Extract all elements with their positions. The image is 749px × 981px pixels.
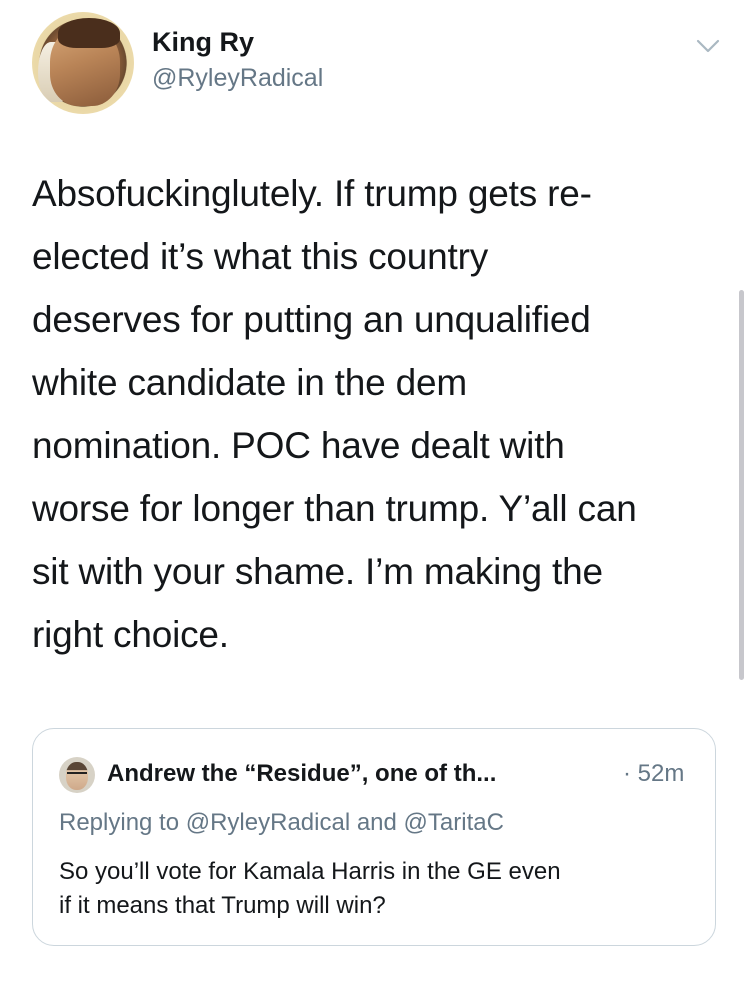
quoted-author-avatar[interactable]	[59, 757, 95, 793]
scrollbar[interactable]	[739, 290, 744, 680]
author-avatar[interactable]	[32, 12, 134, 114]
tweet-text-line: Absofuckinglutely. If trump gets re-	[32, 173, 592, 214]
quoted-tweet-time: · 52m	[623, 760, 685, 787]
tweet-text-line: worse for longer than trump. Y’all can	[32, 488, 637, 529]
quoted-tweet-card[interactable]: Andrew the “Residue”, one of th... · 52m…	[32, 728, 716, 946]
quoted-tweet-text: So you’ll vote for Kamala Harris in the …	[59, 855, 699, 923]
tweet-text-line: deserves for putting an unqualified	[32, 299, 591, 340]
quoted-text-line: if it means that Trump will win?	[59, 892, 386, 919]
tweet-text-line: right choice.	[32, 614, 229, 655]
author-display-name[interactable]: King Ry	[152, 27, 254, 58]
tweet-text-line: nomination. POC have dealt with	[32, 425, 565, 466]
chevron-down-icon[interactable]	[694, 32, 722, 60]
tweet-text-line: white candidate in the dem	[32, 362, 467, 403]
quoted-author-name[interactable]: Andrew the “Residue”, one of th...	[107, 760, 496, 788]
quoted-avatar-glasses	[67, 772, 87, 779]
tweet-text: Absofuckinglutely. If trump gets re- ele…	[32, 162, 722, 666]
tweet-text-line: sit with your shame. I’m making the	[32, 551, 603, 592]
avatar-hair	[58, 18, 120, 48]
quoted-text-line: So you’ll vote for Kamala Harris in the …	[59, 858, 561, 885]
quoted-replying-to[interactable]: Replying to @RyleyRadical and @TaritaC	[59, 809, 504, 837]
tweet-text-line: elected it’s what this country	[32, 236, 489, 277]
tweet: King Ry @RyleyRadical Absofuckinglutely.…	[0, 0, 749, 981]
author-handle[interactable]: @RyleyRadical	[152, 64, 323, 93]
